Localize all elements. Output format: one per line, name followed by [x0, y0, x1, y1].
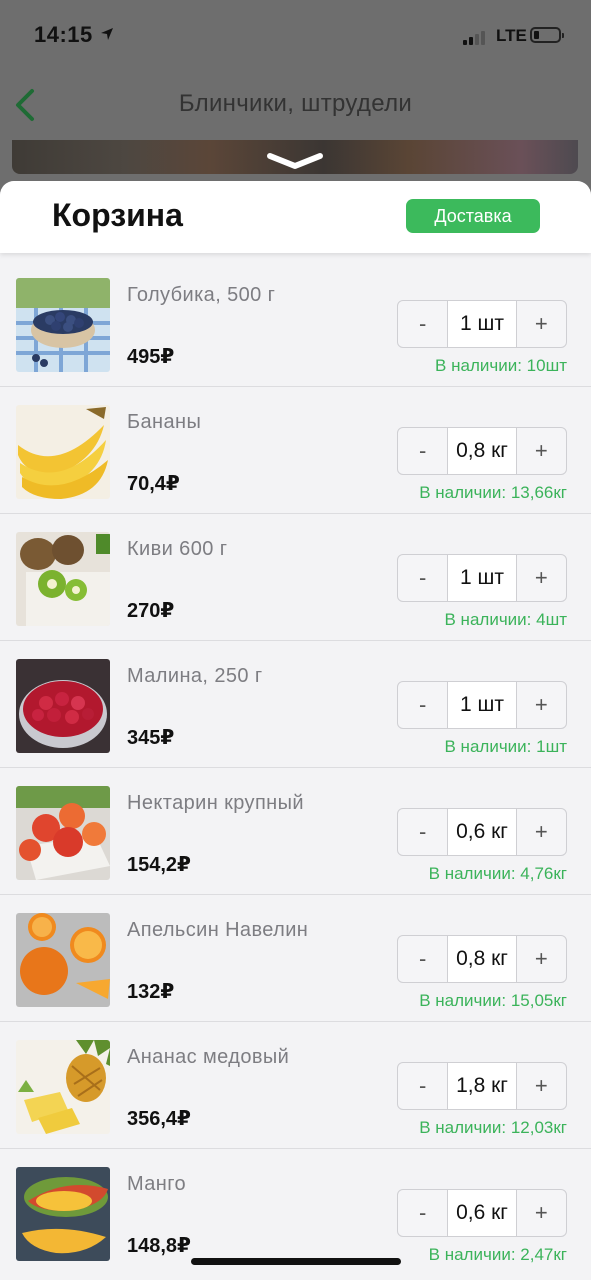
quantity-stepper: - 0,6 кг +: [397, 1189, 567, 1237]
location-arrow-icon: [101, 28, 113, 40]
cart-item: Апельсин Навелин 132₽ - 0,8 кг + В налич…: [0, 895, 591, 1022]
decrease-button[interactable]: -: [398, 1063, 447, 1109]
status-time: 14:15: [34, 22, 93, 47]
quantity-field[interactable]: 0,8 кг: [447, 936, 517, 982]
quantity-field[interactable]: 0,6 кг: [447, 809, 517, 855]
product-image-kiwi[interactable]: [16, 532, 110, 626]
quantity-field[interactable]: 1 шт: [447, 301, 517, 347]
product-name: Киви 600 г: [127, 538, 228, 560]
increase-button[interactable]: +: [517, 936, 566, 982]
cart-item: Ананас медовый 356,4₽ - 1,8 кг + В налич…: [0, 1022, 591, 1149]
product-price: 495₽: [127, 346, 175, 368]
stock-status: В наличии: 12,03кг: [419, 1118, 567, 1137]
cart-item-list: Голубика, 500 г 495₽ - 1 шт + В наличии:…: [0, 260, 591, 1275]
delivery-button[interactable]: Доставка: [406, 199, 540, 233]
stock-status: В наличии: 1шт: [444, 737, 568, 756]
product-price: 270₽: [127, 600, 175, 622]
product-price: 356,4₽: [127, 1108, 191, 1130]
product-name: Ананас медовый: [127, 1046, 290, 1068]
product-image-blueberry[interactable]: [16, 278, 110, 372]
product-image-raspberry[interactable]: [16, 659, 110, 753]
battery-icon: [530, 27, 564, 43]
cart-header: Корзина Доставка: [0, 181, 591, 253]
quantity-field[interactable]: 1 шт: [447, 555, 517, 601]
quantity-field[interactable]: 0,8 кг: [447, 428, 517, 474]
quantity-stepper: - 1 шт +: [397, 300, 567, 348]
decrease-button[interactable]: -: [398, 301, 447, 347]
status-bar: 14:15 LTE: [0, 0, 591, 70]
quantity-stepper: - 0,6 кг +: [397, 808, 567, 856]
nav-title: Блинчики, штрудели: [178, 90, 413, 117]
product-price: 132₽: [127, 981, 175, 1003]
cart-item: Нектарин крупный 154,2₽ - 0,6 кг + В нал…: [0, 768, 591, 895]
product-name: Голубика, 500 г: [127, 284, 276, 306]
cart-item: Голубика, 500 г 495₽ - 1 шт + В наличии:…: [0, 260, 591, 387]
product-name: Малина, 250 г: [127, 665, 263, 687]
sheet-collapse-chevron-icon[interactable]: [266, 150, 324, 172]
increase-button[interactable]: +: [517, 301, 566, 347]
cart-item: Киви 600 г 270₽ - 1 шт + В наличии: 4шт: [0, 514, 591, 641]
increase-button[interactable]: +: [517, 1063, 566, 1109]
cart-item: Малина, 250 г 345₽ - 1 шт + В наличии: 1…: [0, 641, 591, 768]
cart-title: Корзина: [52, 197, 183, 233]
increase-button[interactable]: +: [517, 428, 566, 474]
quantity-field[interactable]: 0,6 кг: [447, 1190, 517, 1236]
cart-item: Бананы 70,4₽ - 0,8 кг + В наличии: 13,66…: [0, 387, 591, 514]
stock-status: В наличии: 4шт: [444, 610, 568, 629]
increase-button[interactable]: +: [517, 555, 566, 601]
cart-item: Манго 148,8₽ - 0,6 кг + В наличии: 2,47к…: [0, 1149, 591, 1275]
product-image-pineapple[interactable]: [16, 1040, 110, 1134]
network-type: LTE: [496, 26, 527, 45]
stock-status: В наличии: 4,76кг: [428, 864, 567, 883]
product-image-nectarine[interactable]: [16, 786, 110, 880]
product-name: Манго: [127, 1173, 187, 1195]
product-price: 345₽: [127, 727, 175, 749]
product-price: 154,2₽: [127, 854, 191, 876]
stock-status: В наличии: 2,47кг: [428, 1245, 567, 1264]
decrease-button[interactable]: -: [398, 936, 447, 982]
decrease-button[interactable]: -: [398, 1190, 447, 1236]
product-name: Бананы: [127, 411, 202, 433]
product-name: Апельсин Навелин: [127, 919, 309, 941]
signal-strength-icon: [463, 29, 491, 45]
stock-status: В наличии: 13,66кг: [419, 483, 567, 502]
decrease-button[interactable]: -: [398, 555, 447, 601]
quantity-stepper: - 1,8 кг +: [397, 1062, 567, 1110]
increase-button[interactable]: +: [517, 682, 566, 728]
quantity-stepper: - 1 шт +: [397, 554, 567, 602]
cart-sheet: Корзина Доставка Голубика, 500 г 495₽ - …: [0, 181, 591, 1280]
product-image-mango[interactable]: [16, 1167, 110, 1261]
decrease-button[interactable]: -: [398, 428, 447, 474]
quantity-stepper: - 0,8 кг +: [397, 935, 567, 983]
quantity-field[interactable]: 1 шт: [447, 682, 517, 728]
quantity-field[interactable]: 1,8 кг: [447, 1063, 517, 1109]
decrease-button[interactable]: -: [398, 682, 447, 728]
decrease-button[interactable]: -: [398, 809, 447, 855]
quantity-stepper: - 0,8 кг +: [397, 427, 567, 475]
quantity-stepper: - 1 шт +: [397, 681, 567, 729]
product-image-banana[interactable]: [16, 405, 110, 499]
increase-button[interactable]: +: [517, 809, 566, 855]
product-price: 70,4₽: [127, 473, 180, 495]
product-name: Нектарин крупный: [127, 792, 304, 814]
stock-status: В наличии: 15,05кг: [419, 991, 567, 1010]
increase-button[interactable]: +: [517, 1190, 566, 1236]
product-price: 148,8₽: [127, 1235, 191, 1257]
stock-status: В наличии: 10шт: [435, 356, 567, 375]
product-image-orange[interactable]: [16, 913, 110, 1007]
home-indicator[interactable]: [191, 1258, 401, 1265]
